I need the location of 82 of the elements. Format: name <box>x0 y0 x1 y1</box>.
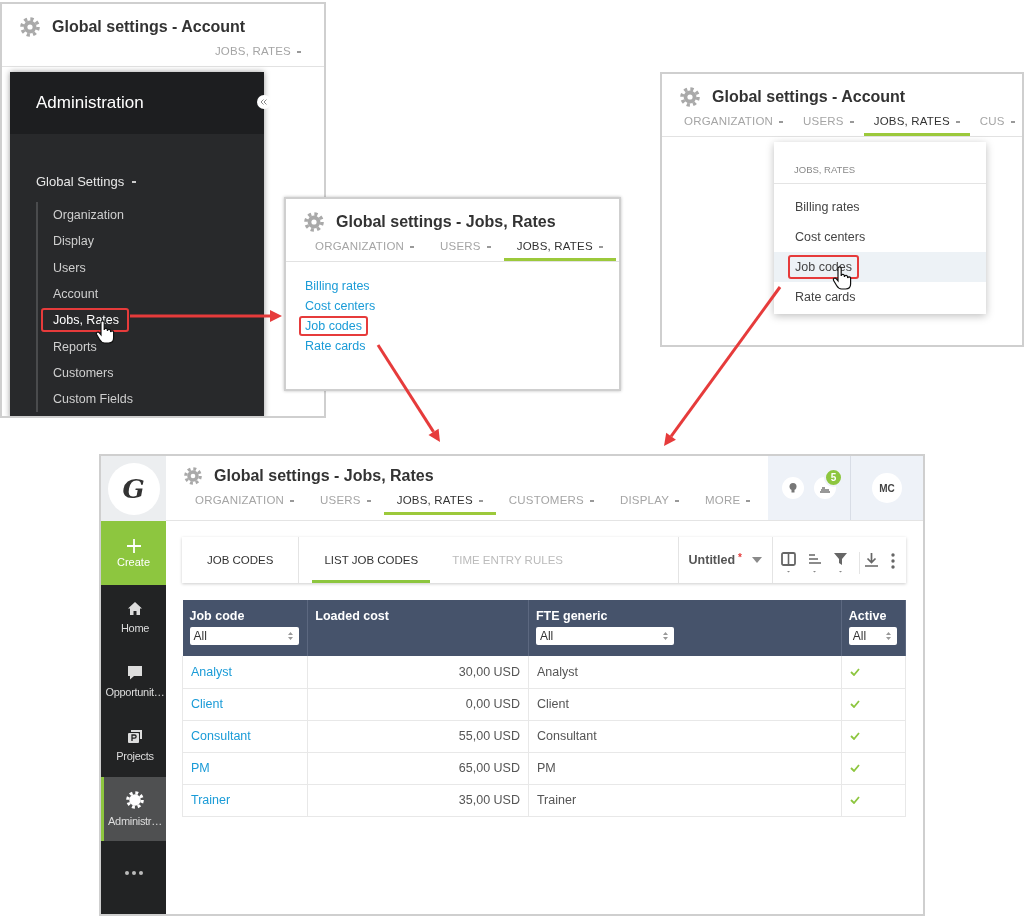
menu-item[interactable]: Users <box>41 255 96 280</box>
filter-icon[interactable] <box>833 552 849 574</box>
settings-icon <box>680 87 700 107</box>
sort-arrows-icon <box>662 632 668 640</box>
caret-icon <box>478 499 483 502</box>
page-title: Global settings - Jobs, Rates <box>214 467 434 485</box>
lightbulb-icon[interactable] <box>782 477 804 499</box>
nav-item[interactable]: Opportunit… <box>101 649 166 713</box>
user-avatar[interactable]: MC <box>872 473 902 503</box>
settings-icon <box>304 212 324 232</box>
column-header: Active <box>848 609 888 623</box>
table-cell: PM <box>528 752 842 784</box>
speech-bubble-icon <box>127 664 143 680</box>
caret-icon <box>297 50 301 53</box>
unsaved-mark: * <box>738 551 742 563</box>
caret-icon <box>486 245 491 248</box>
window-title: Global settings - Account <box>52 18 246 36</box>
window-title: Global settings - Account <box>712 88 906 106</box>
drawer-title: Administration <box>36 93 144 113</box>
caret-icon <box>290 499 295 502</box>
settings-icon <box>126 791 144 809</box>
menu-item[interactable]: Rate cards <box>788 285 863 309</box>
table-cell: 65,00 USD <box>307 752 529 784</box>
filter-dropdown[interactable]: All <box>535 627 674 645</box>
filter-dropdown[interactable]: All <box>848 627 897 645</box>
caret-icon <box>589 499 594 502</box>
caret-icon <box>1010 120 1015 123</box>
table-cell: Client <box>528 688 842 720</box>
settings-icon <box>184 467 202 485</box>
table-cell: Consultant <box>528 720 842 752</box>
plus-icon <box>126 538 141 553</box>
caret-icon <box>752 557 762 563</box>
menu-item[interactable]: Organization <box>41 203 134 228</box>
download-icon[interactable] <box>859 552 880 574</box>
folder-icon <box>127 728 143 744</box>
table-cell: 55,00 USD <box>307 720 529 752</box>
menu-item[interactable]: Custom Fields <box>41 387 143 412</box>
caret-icon <box>779 120 784 123</box>
settings-icon <box>20 17 40 37</box>
caret-icon <box>366 499 371 502</box>
column-header: FTE generic <box>535 609 609 623</box>
nav-item[interactable]: Projects <box>101 713 166 777</box>
more-icon[interactable] <box>124 871 143 875</box>
filter-dropdown[interactable]: All <box>189 627 300 645</box>
column-header: Job code <box>189 609 246 623</box>
nav-item[interactable]: Home <box>101 585 166 649</box>
table-cell: 35,00 USD <box>307 784 529 816</box>
menu-item[interactable]: Cost centers <box>788 225 873 249</box>
tab[interactable]: JOBS, RATES <box>863 111 970 136</box>
home-icon <box>127 600 143 616</box>
column-header: Loaded cost <box>315 609 390 623</box>
caret-icon <box>849 120 854 123</box>
dropdown-heading: JOBS, RATES <box>774 142 986 184</box>
menu-item[interactable]: Display <box>41 229 104 254</box>
caret-icon <box>598 245 603 248</box>
sort-icon[interactable] <box>807 552 823 574</box>
table-cell: Trainer <box>528 784 842 816</box>
caret-icon <box>675 499 680 502</box>
caret-icon <box>746 499 751 502</box>
tab[interactable]: LIST JOB CODES <box>312 537 431 583</box>
section-title: JOB CODES <box>182 537 300 583</box>
tab[interactable]: JOBS, RATES <box>503 236 616 261</box>
table-cell: 30,00 USD <box>307 656 529 688</box>
sort-arrows-icon <box>886 632 891 640</box>
window-title: Global settings - Jobs, Rates <box>336 213 556 231</box>
table-cell: 0,00 USD <box>307 688 529 720</box>
menu-item[interactable]: Account <box>41 282 109 307</box>
notification-badge: 5 <box>824 468 843 487</box>
menu-item[interactable]: Customers <box>41 360 124 385</box>
logo[interactable]: G <box>107 462 160 515</box>
table-cell: Analyst <box>528 656 842 688</box>
columns-icon[interactable] <box>781 552 797 574</box>
menu-item[interactable]: Reports <box>41 334 107 359</box>
view-selector[interactable]: Untitled * <box>677 537 773 583</box>
collapse-mark-icon <box>132 180 137 183</box>
caret-icon <box>955 120 960 123</box>
nav-item[interactable]: Administr… <box>101 777 166 841</box>
tab[interactable]: JOBS, RATES <box>383 489 496 515</box>
caret-icon <box>410 245 415 248</box>
menu-item[interactable]: Billing rates <box>788 195 867 219</box>
sort-arrows-icon <box>288 632 294 640</box>
menu-section[interactable]: Global Settings <box>36 174 137 189</box>
